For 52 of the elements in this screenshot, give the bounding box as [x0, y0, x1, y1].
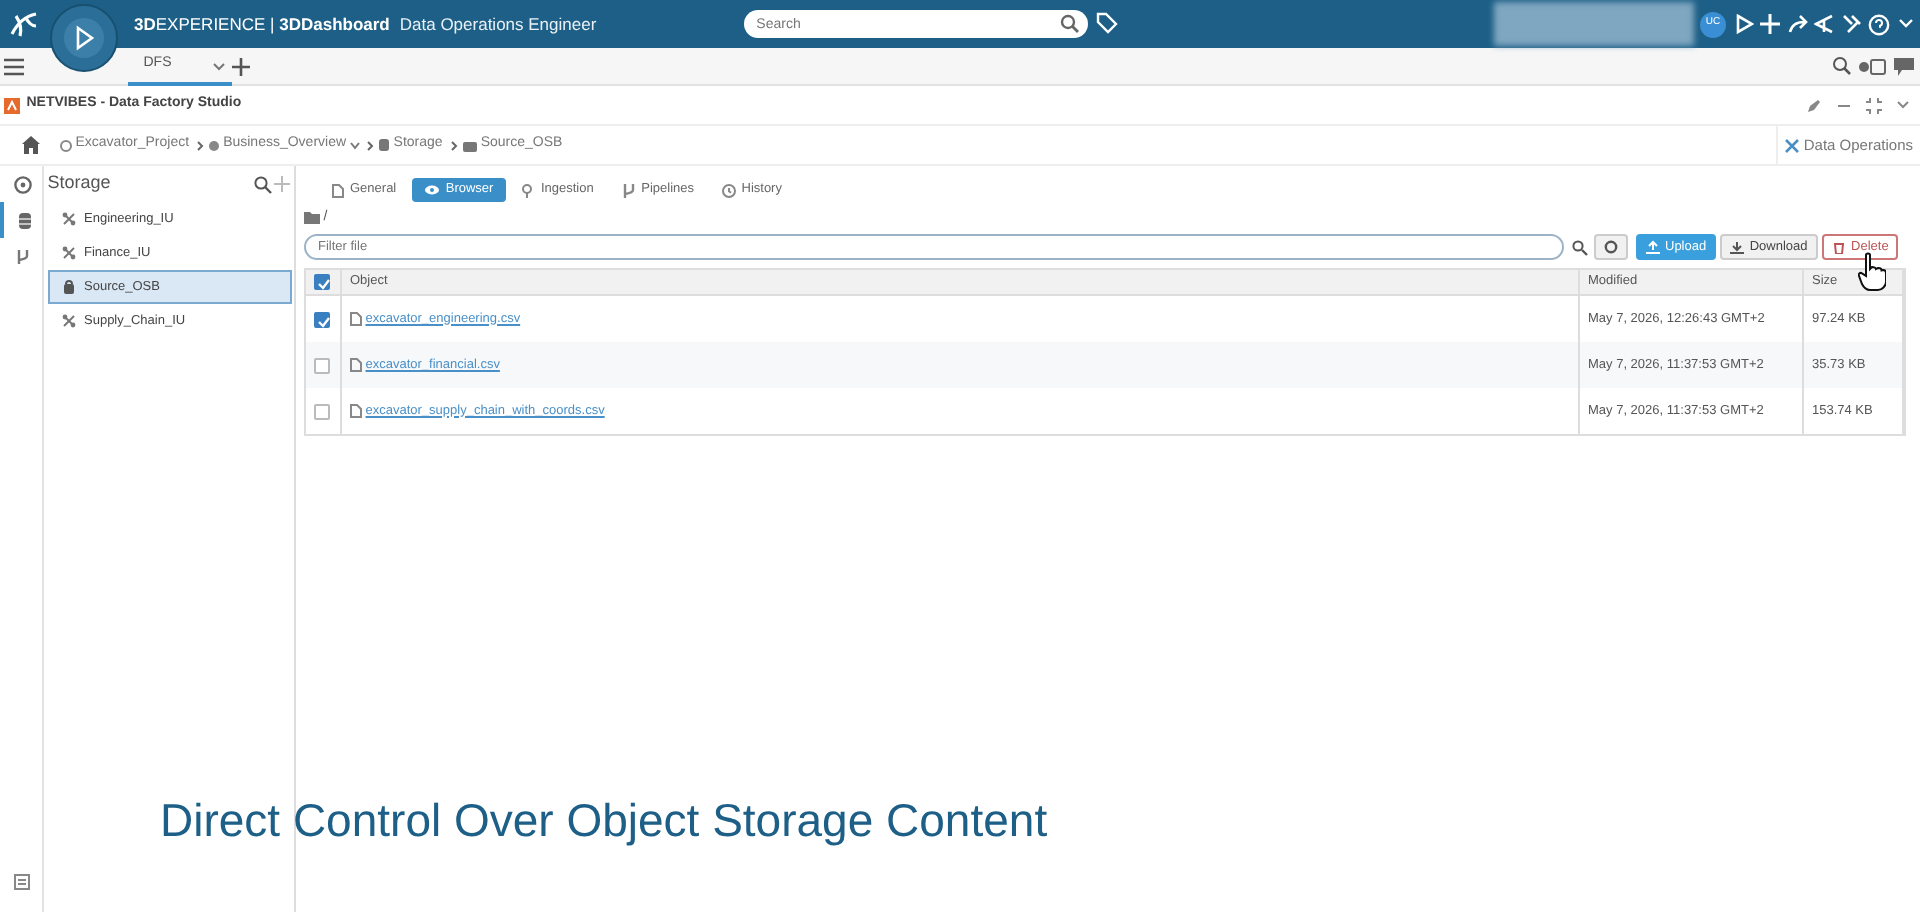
- row-checkbox[interactable]: [314, 357, 330, 373]
- chevron-down-icon: [349, 141, 360, 149]
- chevron-right-icon: [366, 139, 375, 151]
- search-icon[interactable]: [1060, 14, 1081, 34]
- document-icon: [350, 404, 362, 418]
- network-icon: [62, 246, 76, 260]
- document-icon: [350, 312, 362, 326]
- tag-icon[interactable]: [1095, 12, 1118, 35]
- eye-icon: [423, 184, 440, 196]
- add-icon[interactable]: [232, 57, 251, 75]
- chevron-down-icon[interactable]: [211, 61, 226, 71]
- chevron-down-icon[interactable]: [1895, 100, 1910, 110]
- download-icon: [1729, 240, 1744, 254]
- network-icon: [62, 314, 76, 328]
- hand-cursor-icon: [1858, 252, 1886, 292]
- network-icon: [62, 212, 76, 226]
- checkmark-icon: [316, 276, 332, 293]
- select-all-checkbox[interactable]: [314, 274, 330, 290]
- help-icon[interactable]: [1868, 13, 1890, 35]
- role-label: Data Operations Engineer: [399, 11, 597, 37]
- row-checkbox[interactable]: [314, 403, 330, 419]
- comment-icon[interactable]: [1893, 57, 1913, 75]
- caption: Direct Control Over Object Storage Content: [160, 792, 1048, 850]
- trash-icon: [1831, 240, 1846, 254]
- netvibes-logo-icon: [3, 97, 20, 113]
- chevron-right-icon: [196, 139, 205, 151]
- pencil-icon[interactable]: [1805, 97, 1822, 113]
- menu-icon[interactable]: [3, 57, 24, 75]
- folder-icon: [304, 212, 320, 224]
- document-icon: [350, 358, 362, 372]
- chevron-right-icon: [449, 139, 458, 151]
- checkmark-icon: [316, 313, 332, 330]
- video-icon[interactable]: [1858, 57, 1886, 75]
- brand-logo-icon: [8, 10, 40, 38]
- clock-icon: [721, 183, 736, 197]
- home-icon[interactable]: [21, 136, 39, 154]
- search-icon[interactable]: [1831, 56, 1851, 76]
- sidebar-title: Storage: [47, 170, 111, 197]
- upload-icon: [1645, 240, 1659, 254]
- app-title: 3DEXPERIENCE | 3DDashboard: [134, 11, 390, 37]
- refresh-icon: [1604, 240, 1618, 254]
- share-icon[interactable]: [1787, 14, 1807, 34]
- search-icon[interactable]: [253, 175, 271, 193]
- expand-icon[interactable]: [1865, 97, 1882, 113]
- branch-icon: [621, 183, 636, 197]
- search-icon[interactable]: [1571, 239, 1587, 255]
- network-share-icon[interactable]: [1814, 14, 1834, 34]
- row-checkbox[interactable]: [314, 311, 330, 327]
- pin-icon: [520, 183, 535, 197]
- refresh-button[interactable]: [1594, 234, 1628, 260]
- document-icon: [332, 183, 344, 197]
- branch-icon: [15, 249, 29, 263]
